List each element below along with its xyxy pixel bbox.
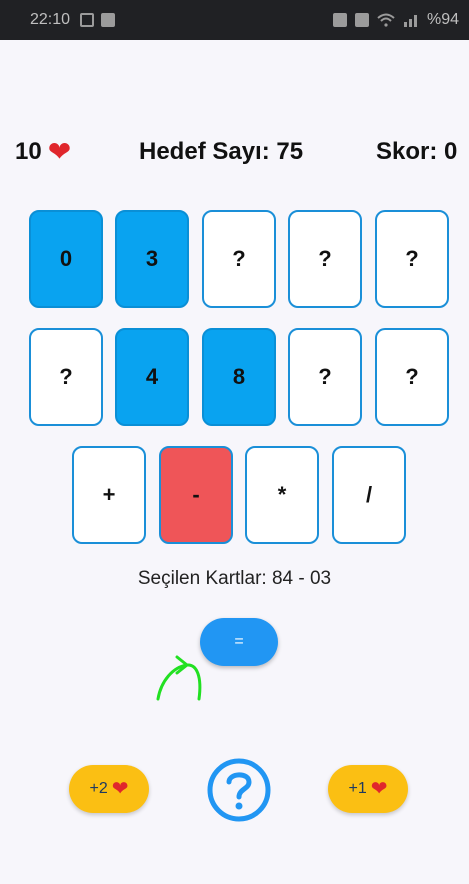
card-r2-c5[interactable]: ? bbox=[375, 328, 449, 426]
check-icon bbox=[101, 13, 115, 27]
battery-level: %94 bbox=[426, 11, 459, 28]
heart-icon: ❤ bbox=[47, 136, 72, 167]
operator-minus[interactable]: - bbox=[159, 446, 233, 544]
signal-icon bbox=[403, 15, 417, 27]
card-r1-c5[interactable]: ? bbox=[375, 210, 449, 308]
card-r2-c4[interactable]: ? bbox=[288, 328, 362, 426]
selected-cards-text: Seçilen Kartlar: 84 - 03 bbox=[137, 568, 332, 589]
heart-icon: ❤ bbox=[111, 778, 129, 800]
question-circle-icon[interactable] bbox=[206, 757, 272, 823]
card-r1-c3[interactable]: ? bbox=[202, 210, 276, 308]
mute-icon bbox=[354, 13, 369, 27]
card-r1-c1[interactable]: 0 bbox=[29, 210, 103, 308]
heart-icon: ❤ bbox=[370, 778, 388, 800]
card-r2-c2[interactable]: 4 bbox=[115, 328, 189, 426]
bonus-plus-two-label: +2 bbox=[89, 780, 108, 797]
status-bar: 22:10 %94 bbox=[0, 0, 469, 40]
lives-counter: 10 ❤ bbox=[15, 138, 71, 166]
bonus-plus-one-label: +1 bbox=[348, 780, 367, 797]
status-right: %94 bbox=[332, 11, 459, 29]
arrow-annotation-icon bbox=[156, 655, 202, 701]
target-number: Hedef Sayı: 75 bbox=[139, 138, 304, 165]
operator-plus[interactable]: + bbox=[72, 446, 146, 544]
card-r2-c1[interactable]: ? bbox=[29, 328, 103, 426]
score-label: Skor: 0 bbox=[376, 138, 458, 165]
alarm-icon bbox=[332, 13, 347, 27]
bonus-plus-one-button[interactable]: +1 ❤ bbox=[328, 765, 408, 813]
screenshot-icon bbox=[80, 13, 94, 27]
bonus-plus-two-button[interactable]: +2 ❤ bbox=[69, 765, 149, 813]
card-r2-c3[interactable]: 8 bbox=[202, 328, 276, 426]
lives-value: 10 bbox=[15, 138, 42, 165]
card-r1-c2[interactable]: 3 bbox=[115, 210, 189, 308]
wifi-icon bbox=[377, 13, 395, 27]
status-time: 22:10 bbox=[30, 11, 71, 28]
card-r1-c4[interactable]: ? bbox=[288, 210, 362, 308]
operator-divide[interactable]: / bbox=[332, 446, 406, 544]
equals-button[interactable]: = bbox=[200, 618, 278, 666]
operator-multiply[interactable]: * bbox=[245, 446, 319, 544]
